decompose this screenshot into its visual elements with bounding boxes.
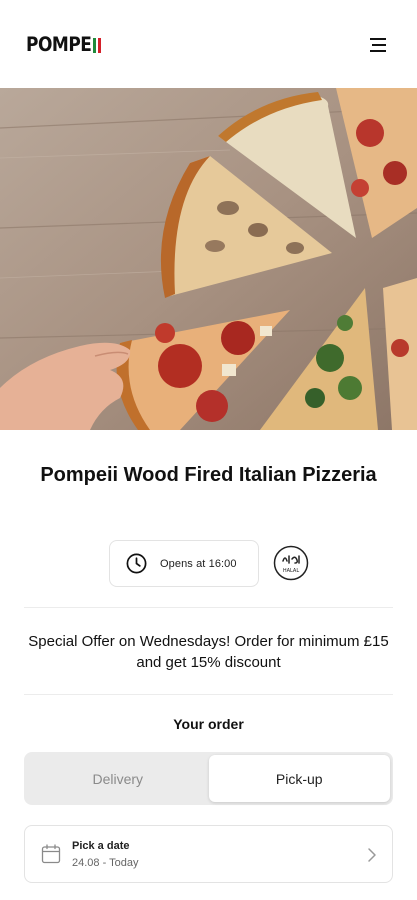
date-picker-label: Pick a date <box>72 839 130 852</box>
app-header: POMPE <box>0 0 417 88</box>
pompeii-logo[interactable]: POMPE <box>26 33 102 57</box>
logo-red-bar <box>98 37 102 53</box>
opening-hours-text: Opens at 16:00 <box>160 557 237 570</box>
order-type-toggle: Delivery Pick-up <box>24 752 393 805</box>
chevron-right-icon <box>368 848 376 862</box>
pick-date-button[interactable]: Pick a date 24.08 - Today <box>24 825 393 883</box>
divider <box>24 694 393 695</box>
your-order-heading: Your order <box>173 716 244 732</box>
clock-icon <box>126 553 147 574</box>
opening-hours-badge: Opens at 16:00 <box>109 540 259 587</box>
special-offer-text: Special Offer on Wednesdays! Order for m… <box>28 633 389 671</box>
tab-pick-up[interactable]: Pick-up <box>208 755 390 802</box>
halal-icon: HALAL <box>273 545 309 581</box>
date-picker-text: Pick a date 24.08 - Today <box>72 840 138 869</box>
hero-pizza-image <box>0 88 417 430</box>
date-picker-value: 24.08 - Today <box>72 856 139 869</box>
logo-text: POMPE <box>26 33 92 57</box>
logo-green-bar <box>93 37 97 53</box>
hamburger-menu-icon[interactable] <box>367 36 389 54</box>
divider <box>24 607 393 608</box>
logo-flag-bars <box>93 37 102 53</box>
halal-badge-text: HALAL <box>283 568 300 574</box>
tab-delivery[interactable]: Delivery <box>27 755 209 802</box>
restaurant-name: Pompeii Wood Fired Italian Pizzeria <box>40 464 377 486</box>
calendar-icon <box>41 844 61 864</box>
